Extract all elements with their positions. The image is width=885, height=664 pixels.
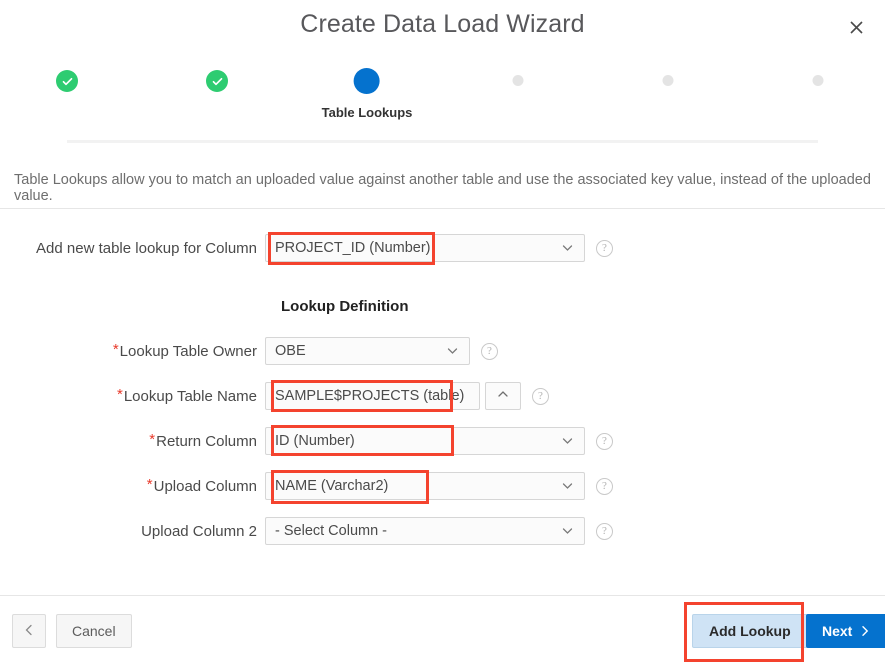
- close-icon[interactable]: [843, 14, 869, 40]
- section-title-lookup-definition: Lookup Definition: [281, 298, 409, 315]
- next-button[interactable]: Next: [806, 614, 885, 648]
- back-button[interactable]: [12, 614, 46, 648]
- help-icon[interactable]: ?: [596, 522, 613, 540]
- row-upload-column: *Upload Column NAME (Varchar2) ?: [0, 472, 885, 500]
- help-icon[interactable]: ?: [481, 342, 498, 360]
- divider-top: [0, 208, 885, 209]
- row-lookup-table-name: *Lookup Table Name SAMPLE$PROJECTS (tabl…: [0, 382, 885, 410]
- chevron-right-icon: [859, 625, 871, 637]
- page-title: Create Data Load Wizard: [300, 10, 585, 38]
- required-marker: *: [146, 475, 153, 493]
- select-lookup-table-owner-value: OBE: [275, 343, 306, 359]
- label-add-lookup-column: Add new table lookup for Column: [36, 239, 257, 257]
- select-upload-column-2-value: - Select Column -: [275, 523, 388, 539]
- row-add-lookup-column: Add new table lookup for Column PROJECT_…: [0, 234, 885, 262]
- stepper-step-1-complete[interactable]: [56, 60, 78, 92]
- label-return-column-text: Return Column: [156, 432, 257, 450]
- required-marker: *: [112, 340, 119, 358]
- row-upload-column-2: Upload Column 2 - Select Column - ?: [0, 517, 885, 545]
- chevron-down-icon: [561, 525, 574, 538]
- label-upload-column: *Upload Column: [0, 475, 265, 495]
- wizard-progress-stepper: Table Lookups: [0, 60, 885, 143]
- create-data-load-wizard-dialog: Create Data Load Wizard Table Lookups Ta…: [0, 0, 885, 664]
- chevron-up-icon: [496, 387, 510, 406]
- select-lookup-table-owner[interactable]: OBE: [265, 337, 470, 365]
- label-lookup-table-owner-text: Lookup Table Owner: [119, 342, 257, 360]
- stepper-step-4-pending[interactable]: [512, 60, 524, 86]
- pending-step-dot: [812, 75, 824, 86]
- label-return-column: *Return Column: [0, 430, 265, 450]
- stepper-step-2-complete[interactable]: [206, 60, 228, 92]
- check-icon: [56, 70, 78, 92]
- chevron-left-icon: [22, 623, 36, 640]
- active-step-dot: [353, 68, 380, 94]
- stepper-step-3-active[interactable]: Table Lookups: [321, 60, 413, 120]
- lookup-table-name-lov-button[interactable]: [485, 382, 521, 410]
- label-upload-column-2: Upload Column 2: [141, 522, 257, 540]
- chevron-down-icon: [561, 480, 574, 493]
- label-lookup-table-owner: *Lookup Table Owner: [0, 340, 265, 360]
- pending-step-dot: [662, 75, 674, 86]
- help-icon[interactable]: ?: [596, 477, 613, 495]
- help-icon[interactable]: ?: [596, 239, 613, 257]
- chevron-down-icon: [561, 242, 574, 255]
- stepper-active-label: Table Lookups: [321, 105, 413, 120]
- input-lookup-table-name-value: SAMPLE$PROJECTS (table): [275, 388, 465, 404]
- label-upload-column-text: Upload Column: [153, 477, 257, 495]
- cancel-button[interactable]: Cancel: [56, 614, 132, 648]
- stepper-step-5-pending[interactable]: [662, 60, 674, 86]
- row-return-column: *Return Column ID (Number) ?: [0, 427, 885, 455]
- chevron-down-icon: [561, 435, 574, 448]
- wizard-description: Table Lookups allow you to match an uplo…: [14, 172, 871, 204]
- help-icon[interactable]: ?: [596, 432, 613, 450]
- chevron-down-icon: [446, 345, 459, 358]
- select-add-lookup-column[interactable]: PROJECT_ID (Number): [265, 234, 585, 262]
- label-lookup-table-name-text: Lookup Table Name: [123, 387, 257, 405]
- stepper-track: [67, 140, 818, 143]
- stepper-step-6-pending[interactable]: [812, 60, 824, 86]
- label-lookup-table-name: *Lookup Table Name: [0, 385, 265, 405]
- next-button-label: Next: [822, 623, 853, 639]
- select-return-column-value: ID (Number): [275, 433, 355, 449]
- input-lookup-table-name[interactable]: SAMPLE$PROJECTS (table): [265, 382, 480, 410]
- add-lookup-button[interactable]: Add Lookup: [692, 614, 808, 648]
- dialog-footer: Cancel Add Lookup Next: [0, 596, 885, 664]
- select-return-column[interactable]: ID (Number): [265, 427, 585, 455]
- pending-step-dot: [512, 75, 524, 86]
- help-icon[interactable]: ?: [532, 387, 549, 405]
- select-upload-column-2[interactable]: - Select Column -: [265, 517, 585, 545]
- select-upload-column[interactable]: NAME (Varchar2): [265, 472, 585, 500]
- row-lookup-table-owner: *Lookup Table Owner OBE ?: [0, 337, 885, 365]
- check-icon: [206, 70, 228, 92]
- select-add-lookup-column-value: PROJECT_ID (Number): [275, 240, 431, 256]
- required-marker: *: [149, 430, 156, 448]
- required-marker: *: [117, 385, 123, 403]
- select-upload-column-value: NAME (Varchar2): [275, 478, 389, 494]
